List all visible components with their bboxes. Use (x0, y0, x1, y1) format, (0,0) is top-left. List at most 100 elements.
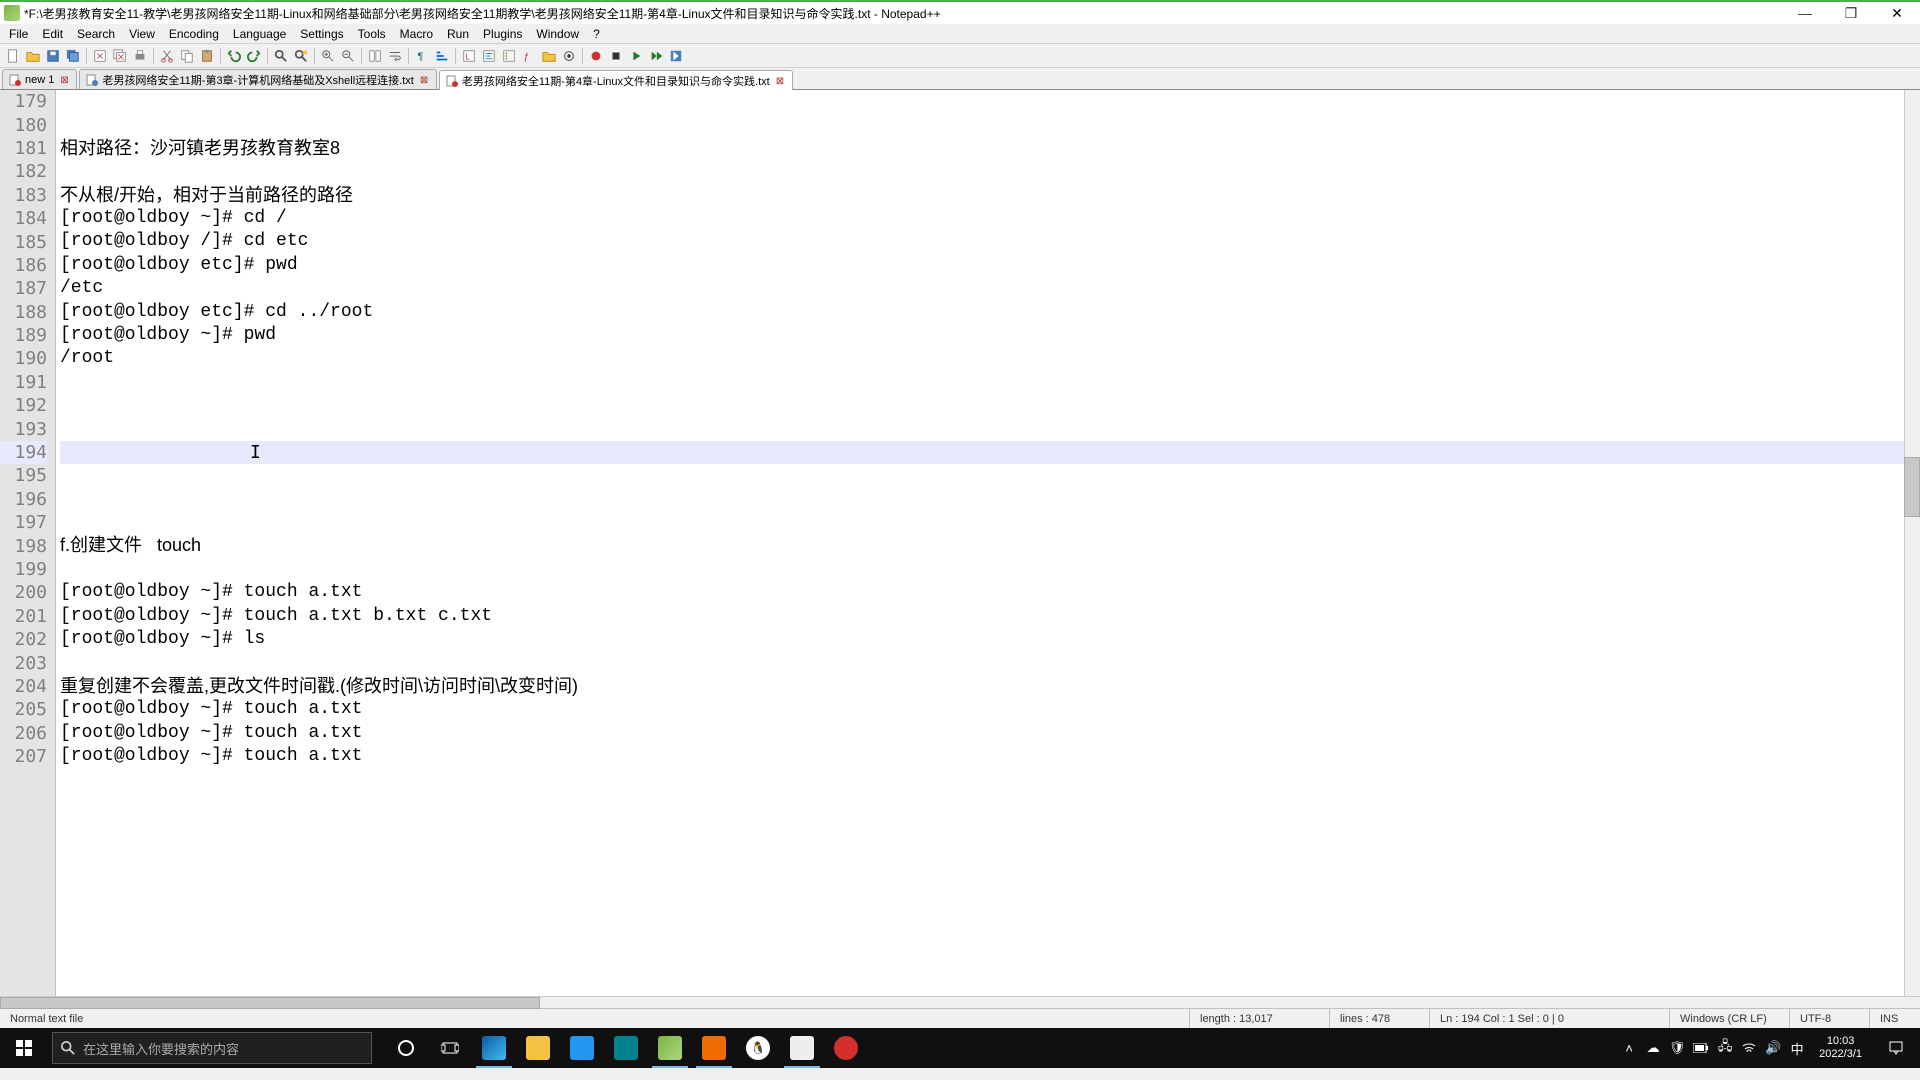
menu-run[interactable]: Run (440, 25, 476, 43)
maximize-button[interactable]: ❐ (1828, 1, 1874, 25)
tray-chevron-up-icon[interactable]: ˄ (1617, 1028, 1641, 1068)
tray-security-icon[interactable]: 🛡 (1665, 1028, 1689, 1068)
menu-language[interactable]: Language (226, 25, 293, 43)
user-lang-button[interactable]: L (460, 47, 478, 65)
menu-help[interactable]: ? (586, 25, 607, 43)
menu-window[interactable]: Window (529, 25, 586, 43)
line-number-gutter: 1791801811821831841851861871881891901911… (0, 90, 56, 996)
play-multi-button[interactable] (647, 47, 665, 65)
menu-settings[interactable]: Settings (293, 25, 350, 43)
code-content[interactable]: 相对路径：沙河镇老男孩教育教室8不从根/开始，相对于当前路径的路径[root@o… (56, 90, 1920, 996)
redo-button[interactable] (245, 47, 263, 65)
record-macro-button[interactable] (587, 47, 605, 65)
taskbar-app-edge[interactable] (472, 1028, 516, 1068)
menu-search[interactable]: Search (70, 25, 122, 43)
doc-map-button[interactable] (480, 47, 498, 65)
cut-button[interactable] (158, 47, 176, 65)
function-list-button[interactable]: ƒ (520, 47, 538, 65)
sync-scroll-button[interactable] (366, 47, 384, 65)
menu-encoding[interactable]: Encoding (162, 25, 226, 43)
tab-chapter4[interactable]: 老男孩网络安全11期-第4章-Linux文件和目录知识与命令实践.txt ⊠ (439, 70, 793, 90)
editor-area: 1791801811821831841851861871881891901911… (0, 90, 1920, 1008)
windows-logo-icon (16, 1040, 32, 1056)
tray-onedrive-icon[interactable]: ☁ (1641, 1028, 1665, 1068)
taskbar-app-blue[interactable] (560, 1028, 604, 1068)
paste-button[interactable] (198, 47, 216, 65)
close-button[interactable]: ✕ (1874, 1, 1920, 25)
save-all-button[interactable] (64, 47, 82, 65)
tab-new1[interactable]: new 1 ⊠ (2, 69, 77, 89)
zoom-in-button[interactable] (319, 47, 337, 65)
toolbar: ¶ L ƒ (0, 44, 1920, 68)
indent-guide-button[interactable] (433, 47, 451, 65)
stop-macro-button[interactable] (607, 47, 625, 65)
menu-plugins[interactable]: Plugins (476, 25, 529, 43)
horizontal-scroll-thumb[interactable] (0, 997, 540, 1009)
save-button[interactable] (44, 47, 62, 65)
taskbar-app-vm[interactable] (692, 1028, 736, 1068)
taskbar-app-explorer[interactable] (516, 1028, 560, 1068)
tray-network-icon[interactable]: 🖧 (1713, 1028, 1737, 1068)
tab-label: new 1 (25, 74, 54, 86)
zoom-out-button[interactable] (339, 47, 357, 65)
close-file-button[interactable] (91, 47, 109, 65)
horizontal-scrollbar[interactable] (0, 996, 1920, 1008)
show-all-chars-button[interactable]: ¶ (413, 47, 431, 65)
status-lines: lines : 478 (1330, 1009, 1430, 1028)
menu-tools[interactable]: Tools (351, 25, 393, 43)
doc-list-button[interactable] (500, 47, 518, 65)
status-encoding: UTF-8 (1790, 1009, 1870, 1028)
close-all-button[interactable] (111, 47, 129, 65)
svg-text:¶: ¶ (418, 50, 424, 62)
taskbar-app-notepadpp[interactable] (648, 1028, 692, 1068)
taskbar-app-notes[interactable] (780, 1028, 824, 1068)
menu-view[interactable]: View (122, 25, 162, 43)
start-button[interactable] (0, 1028, 48, 1068)
tray-volume-icon[interactable]: 🔊 (1761, 1028, 1785, 1068)
cortana-button[interactable] (384, 1028, 428, 1068)
taskbar-search[interactable]: 在这里输入你要搜索的内容 (52, 1032, 372, 1064)
folder-workspace-button[interactable] (540, 47, 558, 65)
taskbar-app-red[interactable] (824, 1028, 868, 1068)
clock-date: 2022/3/1 (1819, 1048, 1862, 1061)
tab-label: 老男孩网络安全11期-第3章-计算机网络基础及Xshell远程连接.txt (102, 72, 414, 88)
print-button[interactable] (131, 47, 149, 65)
clock-time: 10:03 (1819, 1035, 1862, 1048)
open-file-button[interactable] (24, 47, 42, 65)
menu-macro[interactable]: Macro (393, 25, 440, 43)
copy-button[interactable] (178, 47, 196, 65)
tab-chapter3[interactable]: 老男孩网络安全11期-第3章-计算机网络基础及Xshell远程连接.txt ⊠ (79, 69, 437, 89)
new-file-button[interactable] (4, 47, 22, 65)
tray-battery-icon[interactable] (1689, 1028, 1713, 1068)
taskbar-app-teal[interactable] (604, 1028, 648, 1068)
taskbar-clock[interactable]: 10:03 2022/3/1 (1809, 1035, 1872, 1061)
vertical-scrollbar[interactable] (1904, 90, 1920, 996)
tray-wifi-icon[interactable] (1737, 1028, 1761, 1068)
save-macro-button[interactable] (667, 47, 685, 65)
vertical-scroll-thumb[interactable] (1904, 457, 1920, 517)
status-filetype: Normal text file (0, 1009, 1190, 1028)
file-modified-icon (446, 75, 458, 87)
tab-close-icon[interactable]: ⊠ (60, 75, 70, 85)
tab-close-icon[interactable]: ⊠ (420, 75, 430, 85)
menu-edit[interactable]: Edit (35, 25, 70, 43)
wrap-button[interactable] (386, 47, 404, 65)
svg-text:L: L (466, 52, 471, 61)
undo-button[interactable] (225, 47, 243, 65)
find-button[interactable] (272, 47, 290, 65)
search-placeholder: 在这里输入你要搜索的内容 (83, 1039, 239, 1058)
menu-file[interactable]: File (2, 25, 35, 43)
tray-ime-indicator[interactable]: 中 (1785, 1028, 1809, 1068)
tab-close-icon[interactable]: ⊠ (776, 76, 786, 86)
minimize-button[interactable]: — (1782, 1, 1828, 25)
play-macro-button[interactable] (627, 47, 645, 65)
file-icon (86, 74, 98, 86)
task-view-button[interactable] (428, 1028, 472, 1068)
action-center-button[interactable] (1872, 1028, 1920, 1068)
monitor-button[interactable] (560, 47, 578, 65)
replace-button[interactable] (292, 47, 310, 65)
tab-label: 老男孩网络安全11期-第4章-Linux文件和目录知识与命令实践.txt (462, 73, 770, 89)
taskbar-app-penguin[interactable]: 🐧 (736, 1028, 780, 1068)
windows-taskbar: 在这里输入你要搜索的内容 🐧 ˄ ☁ 🛡 🖧 🔊 中 10:03 2022/3/… (0, 1028, 1920, 1068)
status-insert-mode: INS (1870, 1009, 1920, 1028)
